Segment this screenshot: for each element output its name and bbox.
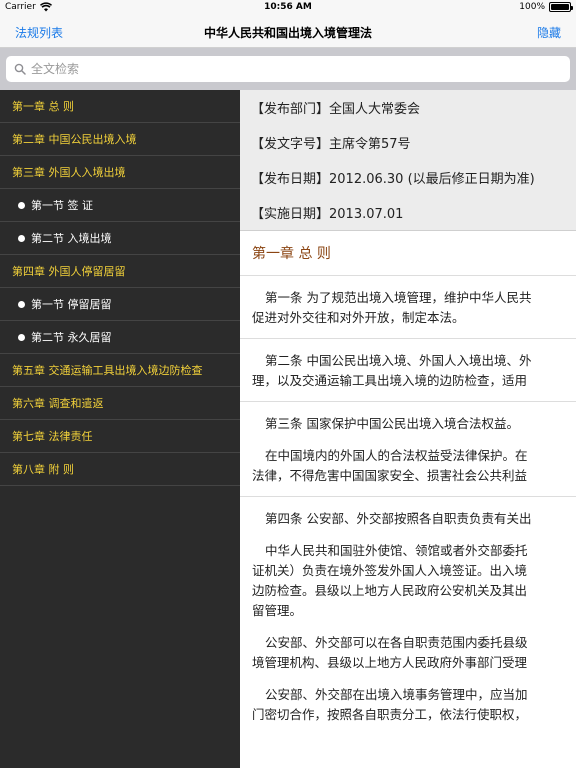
toc-label: 第一节 停留居留 (31, 298, 112, 311)
toc-chapter-7[interactable]: 第七章 法律责任 (0, 420, 240, 453)
toc-label: 第一章 总 则 (12, 100, 74, 113)
status-right: 100% (519, 2, 573, 12)
toc-label: 第一节 签 证 (31, 199, 93, 212)
toc-chapter-8[interactable]: 第八章 附 则 (0, 453, 240, 486)
meta-issue-date: 【发布日期】2012.06.30 (以最后修正日期为准) (251, 172, 535, 187)
toc-chapter-4-section-1[interactable]: 第一节 停留居留 (0, 288, 240, 321)
toc-label: 第八章 附 则 (12, 463, 74, 476)
bullet-icon (18, 300, 25, 308)
toc-chapter-4[interactable]: 第四章 外国人停留居留 (0, 255, 240, 288)
text-line: 中华人民共和国驻外使馆、领馆或者外交部委托 (265, 543, 528, 558)
text-line: 留管理。 (252, 603, 303, 618)
text-line: 理，以及交通运输工具出境入境的边防检查，适用 (252, 373, 528, 388)
search-box[interactable] (6, 56, 570, 82)
toc-label: 第二节 永久居留 (31, 331, 112, 344)
article-paragraph: 公安部、外交部在出境入境事务管理中，应当加门密切合作，按照各自职责分工，依法行使… (252, 685, 576, 725)
text-line: 第二条 中国公民出境入境、外国人入境出境、外 (265, 353, 532, 368)
text-line: 门密切合作，按照各自职责分工，依法行使职权， (252, 707, 528, 722)
text-line: 在中国境内的外国人的合法权益受法律保护。在 (265, 448, 528, 463)
toc-label: 第四章 外国人停留居留 (12, 265, 126, 278)
toc-chapter-1[interactable]: 第一章 总 则 (0, 90, 240, 123)
bullet-icon (18, 201, 25, 209)
article-paragraph: 中华人民共和国驻外使馆、领馆或者外交部委托证机关）负责在境外签发外国人入境签证。… (252, 541, 576, 621)
hide-button[interactable]: 隐藏 (537, 24, 561, 41)
battery-icon (549, 2, 573, 12)
article-paragraph: 公安部、外交部可以在各自职责范围内委托县级境管理机构、县级以上地方人民政府外事部… (252, 633, 576, 673)
status-time: 10:56 AM (264, 2, 312, 12)
search-bar (0, 48, 576, 90)
toc-label: 第三章 外国人入境出境 (12, 166, 126, 179)
navigation-bar: 法规列表 中华人民共和国出境入境管理法 隐藏 (0, 16, 576, 48)
meta-doc-number: 【发文字号】主席令第57号 (251, 137, 411, 152)
chapter-heading: 第一章 总 则 (240, 231, 576, 276)
text-line: 促进对外交往和对外开放，制定本法。 (252, 310, 465, 325)
article-paragraph: 第二条 中国公民出境入境、外国人入境出境、外理，以及交通运输工具出境入境的边防检… (252, 351, 576, 391)
article-paragraph: 第一条 为了规范出境入境管理，维护中华人民共促进对外交往和对外开放，制定本法。 (252, 288, 576, 328)
toc-sidebar: 第一章 总 则 第二章 中国公民出境入境 第三章 外国人入境出境 第一节 签 证… (0, 90, 240, 768)
toc-label: 第六章 调查和遣返 (12, 397, 104, 410)
article-2: 第二条 中国公民出境入境、外国人入境出境、外理，以及交通运输工具出境入境的边防检… (240, 339, 576, 402)
text-line: 边防检查。县级以上地方人民政府公安机关及其出 (252, 583, 528, 598)
text-line: 公安部、外交部可以在各自职责范围内委托县级 (265, 635, 528, 650)
search-icon (14, 63, 26, 75)
toc-label: 第二节 入境出境 (31, 232, 112, 245)
page-title: 中华人民共和国出境入境管理法 (203, 26, 372, 40)
toc-chapter-4-section-2[interactable]: 第二节 永久居留 (0, 321, 240, 354)
document-content[interactable]: 【发布部门】全国人大常委会 【发文字号】主席令第57号 【发布日期】2012.0… (240, 90, 576, 768)
status-bar: Carrier 10:56 AM 100% (0, 0, 576, 16)
text-line: 第一条 为了规范出境入境管理，维护中华人民共 (265, 290, 532, 305)
toc-chapter-3-section-1[interactable]: 第一节 签 证 (0, 189, 240, 222)
toc-chapter-6[interactable]: 第六章 调查和遣返 (0, 387, 240, 420)
toc-chapter-2[interactable]: 第二章 中国公民出境入境 (0, 123, 240, 156)
text-line: 境管理机构、县级以上地方人民政府外事部门受理 (252, 655, 528, 670)
article-paragraph: 在中国境内的外国人的合法权益受法律保护。在法律，不得危害中国国家安全、损害社会公… (252, 446, 576, 486)
meta-effective-date: 【实施日期】2013.07.01 (251, 207, 404, 222)
document-meta: 【发布部门】全国人大常委会 【发文字号】主席令第57号 【发布日期】2012.0… (240, 90, 576, 231)
toc-label: 第七章 法律责任 (12, 430, 93, 443)
toc-chapter-3-section-2[interactable]: 第二节 入境出境 (0, 222, 240, 255)
toc-chapter-3[interactable]: 第三章 外国人入境出境 (0, 156, 240, 189)
article-paragraph: 第三条 国家保护中国公民出境入境合法权益。 (265, 416, 519, 431)
search-input[interactable] (31, 62, 551, 76)
toc-label: 第二章 中国公民出境入境 (12, 133, 137, 146)
toc-chapter-5[interactable]: 第五章 交通运输工具出境入境边防检查 (0, 354, 240, 387)
meta-issuer: 【发布部门】全国人大常委会 (251, 102, 421, 117)
article-3: 第三条 国家保护中国公民出境入境合法权益。 在中国境内的外国人的合法权益受法律保… (240, 402, 576, 497)
article-paragraph: 第四条 公安部、外交部按照各自职责负责有关出 (265, 511, 532, 526)
article-4: 第四条 公安部、外交部按照各自职责负责有关出 中华人民共和国驻外使馆、领馆或者外… (240, 497, 576, 735)
article-1: 第一条 为了规范出境入境管理，维护中华人民共促进对外交往和对外开放，制定本法。 (240, 276, 576, 339)
bullet-icon (18, 234, 25, 242)
text-line: 证机关）负责在境外签发外国人入境签证。出入境 (252, 563, 528, 578)
text-line: 法律，不得危害中国国家安全、损害社会公共利益 (252, 468, 528, 483)
battery-percent: 100% (519, 2, 545, 12)
toc-label: 第五章 交通运输工具出境入境边防检查 (12, 364, 203, 377)
bullet-icon (18, 333, 25, 341)
text-line: 公安部、外交部在出境入境事务管理中，应当加 (265, 687, 528, 702)
